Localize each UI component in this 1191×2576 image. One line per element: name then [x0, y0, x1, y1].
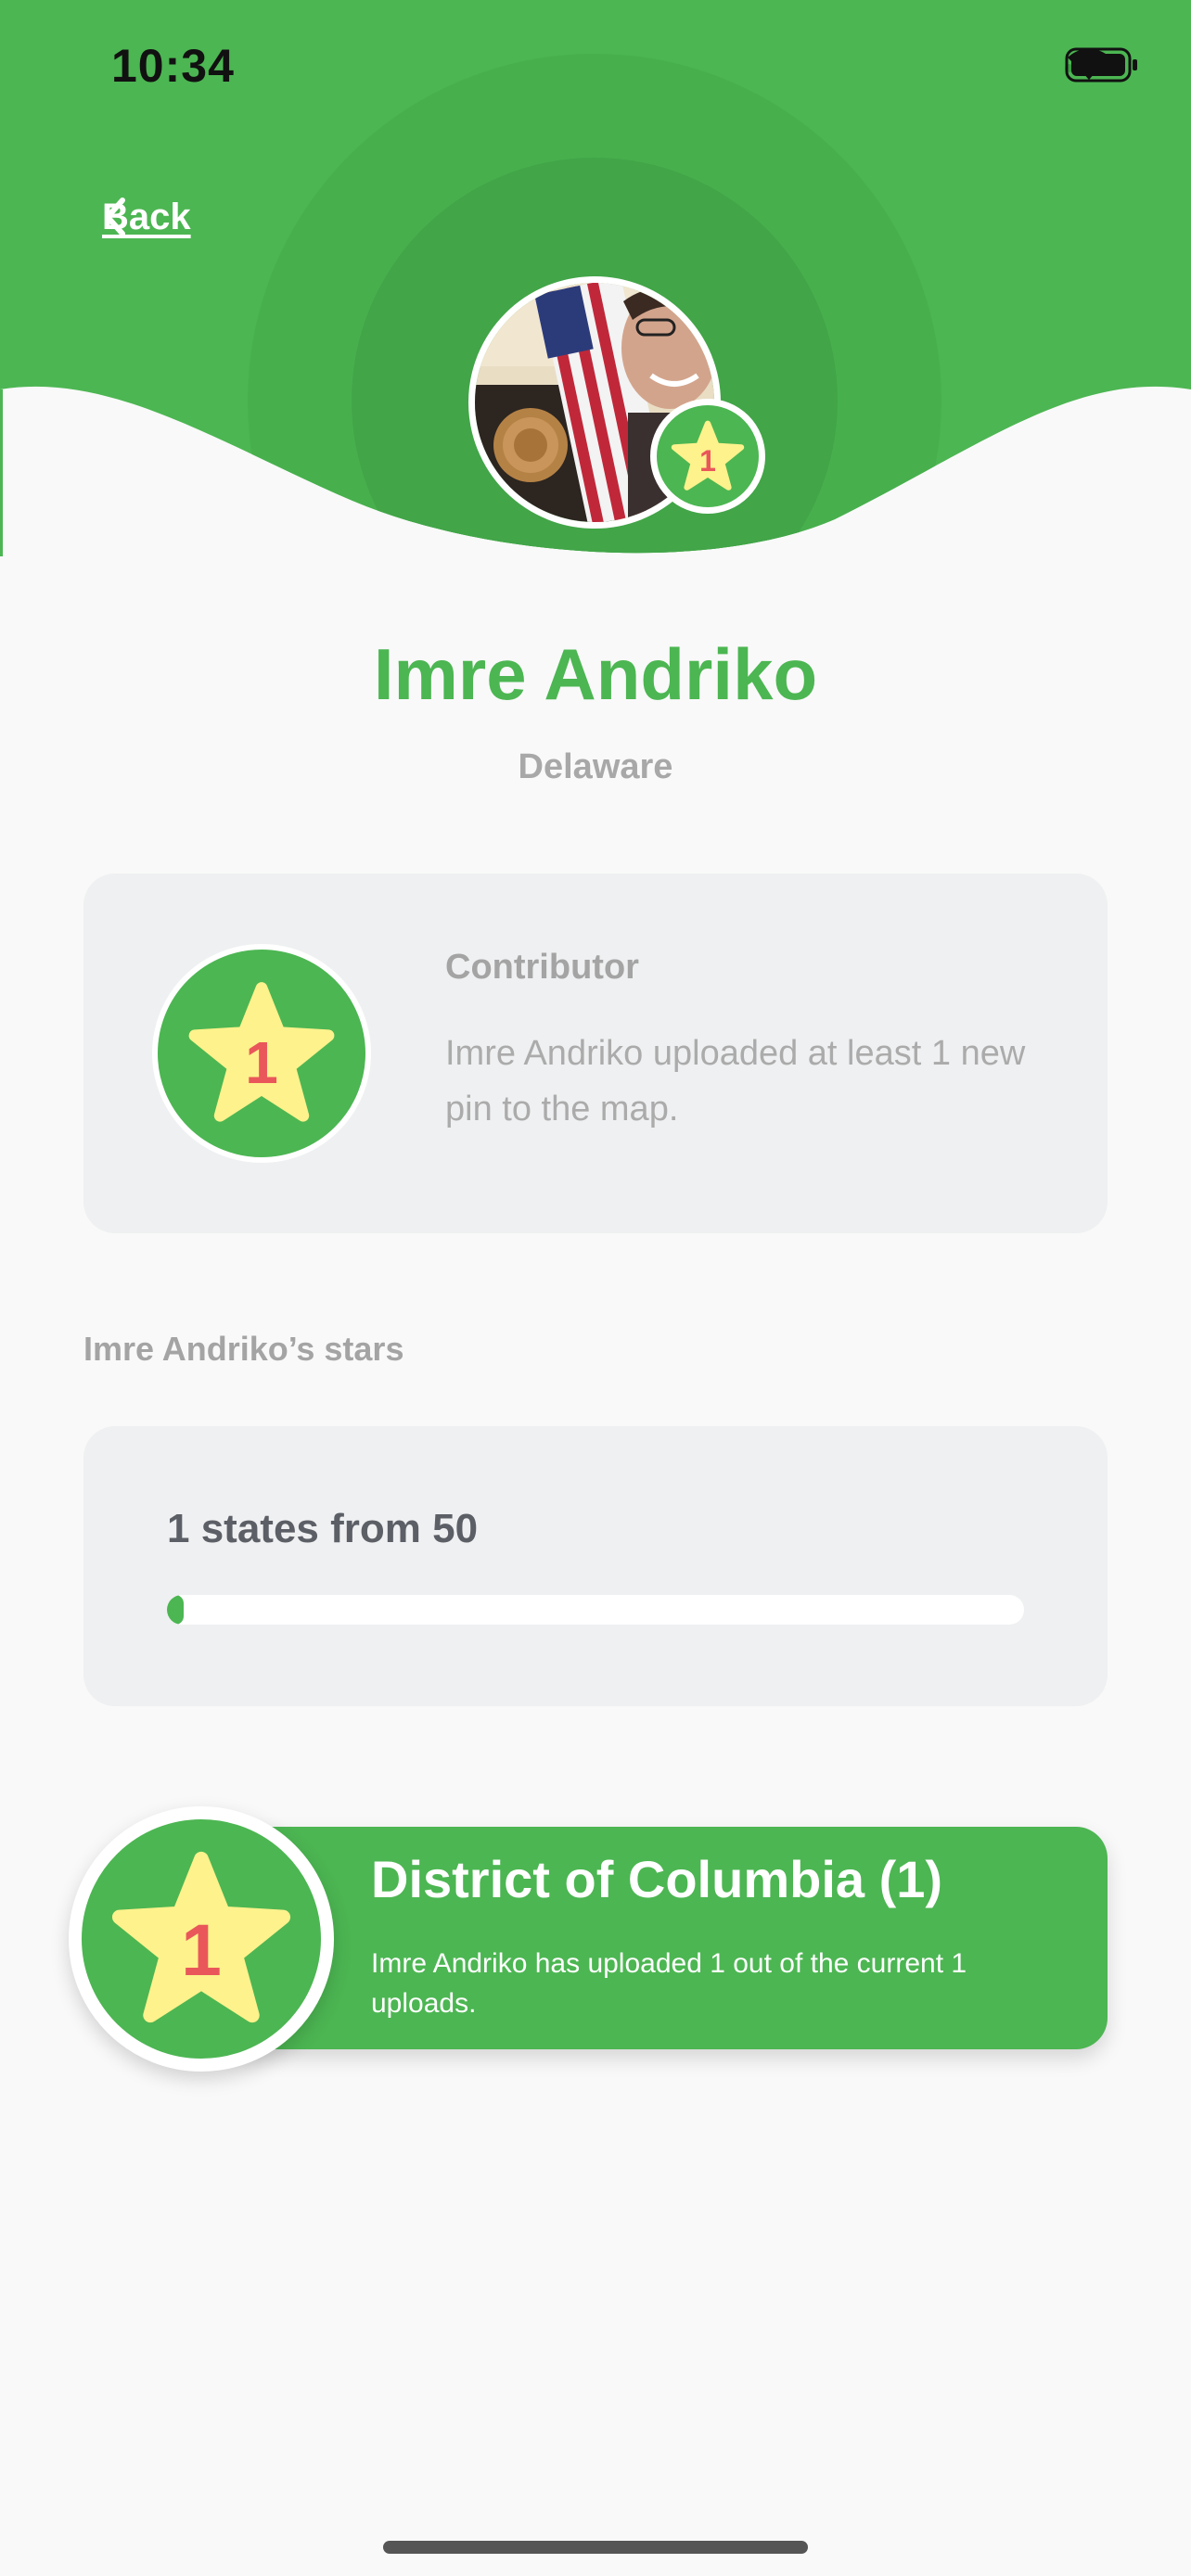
status-icons — [1065, 46, 1137, 89]
battery-icon — [1065, 47, 1137, 83]
achievement-card: 1 Contributor Imre Andriko uploaded at l… — [83, 874, 1108, 1233]
state-card-badge: 1 — [69, 1806, 334, 2072]
avatar-star-badge: 1 — [650, 399, 765, 514]
state-badge-number: 1 — [181, 1909, 222, 1991]
achievement-badge: 1 — [152, 944, 371, 1163]
back-button[interactable]: Back — [102, 197, 191, 238]
avatar-badge-number: 1 — [699, 444, 716, 478]
progress-text: 1 states from 50 — [167, 1506, 479, 1551]
progress-bar — [167, 1595, 1024, 1625]
home-indicator[interactable] — [383, 2541, 808, 2554]
achievement-title: Contributor — [445, 948, 639, 987]
progress-card: 1 states from 50 — [83, 1426, 1108, 1706]
achievement-description: Imre Andriko uploaded at least 1 new pin… — [445, 1034, 1026, 1129]
profile-name: Imre Andriko — [373, 633, 818, 715]
star-icon: 1 — [111, 1851, 291, 2023]
star-icon: 1 — [671, 420, 745, 491]
achievement-badge-number: 1 — [245, 1029, 278, 1096]
star-icon: 1 — [188, 982, 335, 1122]
chevron-left-icon — [105, 198, 125, 236]
profile-state: Delaware — [518, 747, 673, 786]
state-card-title: District of Columbia (1) — [371, 1850, 943, 1908]
stars-section-label: Imre Andriko’s stars — [83, 1330, 404, 1368]
status-time: 10:34 — [111, 40, 235, 92]
state-card[interactable]: District of Columbia (1) Imre Andriko ha… — [213, 1827, 1108, 2049]
state-card-description: Imre Andriko has uploaded 1 out of the c… — [371, 1948, 967, 2019]
progress-fill — [167, 1595, 185, 1625]
